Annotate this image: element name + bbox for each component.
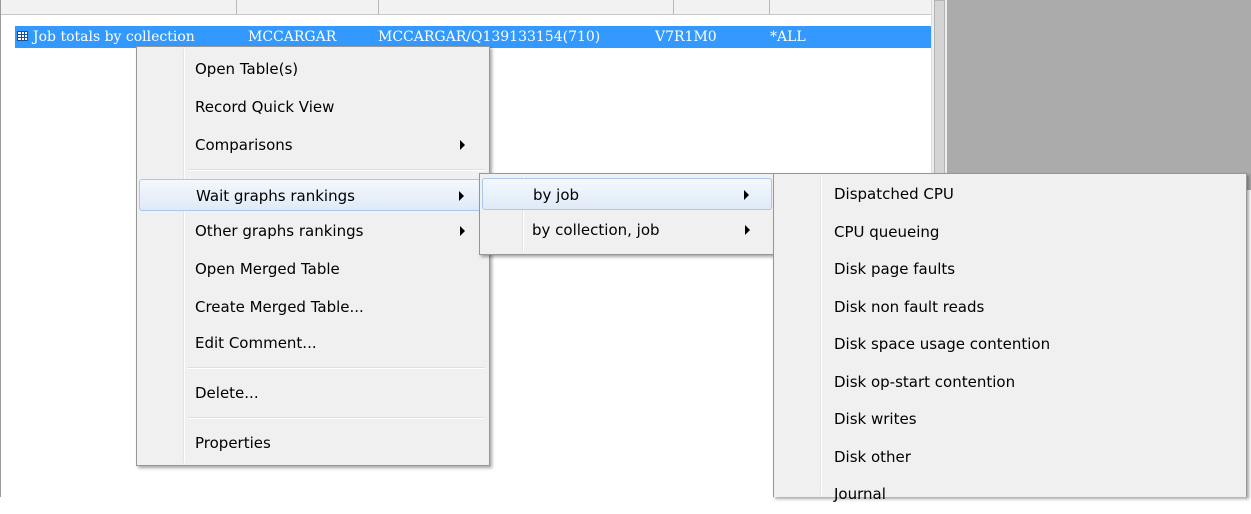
menu-item-disk-other[interactable]: Disk other <box>776 439 1244 477</box>
menu-item-label: by collection, job <box>532 221 660 239</box>
submenu-arrow-icon <box>459 191 464 201</box>
menu-item-label: Disk page faults <box>834 260 956 278</box>
row-release: V7R1M0 <box>655 29 717 45</box>
menu-item-delete[interactable]: Delete... <box>139 377 487 409</box>
menu-item-label: Disk space usage contention <box>834 335 1051 353</box>
menu-item-label: Journal <box>834 485 886 503</box>
menu-item-label: Disk non fault reads <box>834 297 985 316</box>
menu-item-wait-graphs-rankings[interactable]: Wait graphs rankings <box>139 179 487 211</box>
column-divider[interactable] <box>236 0 237 14</box>
submenu-arrow-icon <box>744 190 749 200</box>
row-scope: *ALL <box>770 29 806 45</box>
menu-item-create-merged-table[interactable]: Create Merged Table... <box>139 291 487 323</box>
menu-item-dispatched-cpu[interactable]: Dispatched CPU <box>776 176 1244 214</box>
menu-item-label: Wait graphs rankings <box>196 187 355 205</box>
context-menu: Open Table(s) Record Quick View Comparis… <box>136 46 490 466</box>
menu-item-label: Other graphs rankings <box>195 222 364 240</box>
row-user: MCCARGAR <box>248 29 337 45</box>
menu-item-other-graphs-rankings[interactable]: Other graphs rankings <box>139 215 487 247</box>
menu-item-label: Record Quick View <box>195 98 335 116</box>
menu-item-label: Properties <box>195 434 271 452</box>
menu-item-edit-comment[interactable]: Edit Comment... <box>139 327 487 359</box>
column-divider[interactable] <box>378 0 379 14</box>
menu-item-disk-page-faults[interactable]: Disk page faults <box>776 251 1244 289</box>
menu-item-label: Create Merged Table... <box>195 298 364 316</box>
menu-item-cpu-queueing[interactable]: CPU queueing <box>776 214 1244 252</box>
menu-item-label: Edit Comment... <box>195 334 317 352</box>
row-job: MCCARGAR/Q139133154(710) <box>378 29 601 45</box>
submenu-arrow-icon <box>745 225 750 235</box>
menu-item-label: Delete... <box>195 384 259 402</box>
menu-item-label: CPU queueing <box>834 222 940 241</box>
menu-item-label: by job <box>533 186 580 204</box>
selected-list-row[interactable]: Job totals by collection MCCARGAR MCCARG… <box>15 26 932 48</box>
column-divider[interactable] <box>673 0 674 14</box>
submenu-arrow-icon <box>460 140 465 150</box>
menu-item-label: Open Merged Table <box>195 260 340 278</box>
menu-item-label: Disk op-start contention <box>834 372 1016 391</box>
menu-item-properties[interactable]: Properties <box>139 427 487 459</box>
table-icon <box>17 31 28 41</box>
menu-item-label: Dispatched CPU <box>834 185 954 203</box>
menu-item-open-tables[interactable]: Open Table(s) <box>139 53 487 85</box>
menu-item-label: Open Table(s) <box>195 60 299 78</box>
menu-item-disk-space-usage-contention[interactable]: Disk space usage contention <box>776 326 1244 364</box>
menu-separator <box>187 367 485 369</box>
column-header-bar <box>1 0 931 15</box>
menu-item-record-quick-view[interactable]: Record Quick View <box>139 91 487 123</box>
submenu-arrow-icon <box>460 226 465 236</box>
menu-item-label: Comparisons <box>195 136 293 154</box>
rankings-submenu: by job by collection, job <box>479 173 775 255</box>
menu-item-disk-non-fault-reads[interactable]: Disk non fault reads <box>776 289 1244 327</box>
menu-item-open-merged-table[interactable]: Open Merged Table <box>139 253 487 285</box>
by-job-submenu: Dispatched CPU CPU queueing Disk page fa… <box>773 173 1247 503</box>
menu-separator <box>187 169 485 171</box>
menu-item-disk-writes[interactable]: Disk writes <box>776 401 1244 439</box>
menu-item-by-collection-job[interactable]: by collection, job <box>482 214 772 246</box>
menu-item-label: Disk writes <box>834 410 917 428</box>
column-divider[interactable] <box>769 0 770 14</box>
row-name: Job totals by collection <box>33 29 195 45</box>
menu-item-journal[interactable]: Journal <box>776 476 1244 514</box>
menu-item-label: Disk other <box>834 447 911 466</box>
menu-separator <box>187 417 485 419</box>
menu-item-by-job[interactable]: by job <box>482 178 772 210</box>
menu-item-disk-op-start-contention[interactable]: Disk op-start contention <box>776 364 1244 402</box>
menu-item-comparisons[interactable]: Comparisons <box>139 129 487 161</box>
